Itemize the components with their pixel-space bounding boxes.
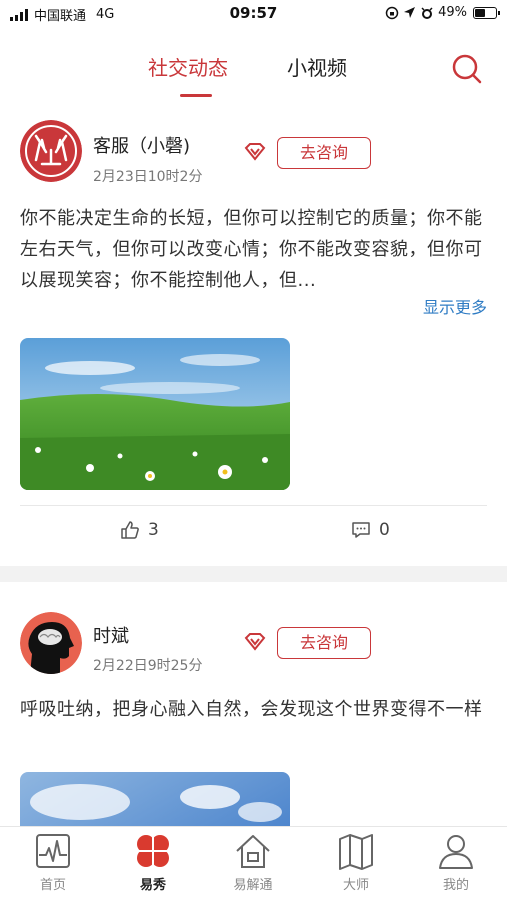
nav-label: 大师 — [342, 878, 369, 893]
location-icon — [404, 7, 416, 18]
comment-button[interactable]: 0 — [351, 520, 390, 540]
avatar[interactable] — [20, 120, 82, 182]
search-icon[interactable] — [450, 52, 484, 86]
consult-button[interactable]: 去咨询 — [277, 137, 371, 169]
clover-icon — [137, 835, 169, 867]
nav-label: 首页 — [39, 878, 66, 893]
status-bar: 中国联通 4G 09:57 49% — [0, 0, 507, 28]
nav-label: 易解通 — [233, 878, 273, 893]
nav-master[interactable]: 大师 — [316, 831, 396, 893]
comment-count: 0 — [379, 520, 390, 540]
thumbs-up-icon — [121, 521, 139, 539]
like-button[interactable]: 3 — [120, 520, 159, 540]
active-tab-indicator — [180, 94, 212, 97]
map-icon — [339, 834, 373, 870]
post-text: 你不能决定生命的长短，但你可以控制它的质量；你不能左右天气，但你可以改变心情；你… — [20, 208, 483, 291]
meadow-photo — [20, 338, 290, 490]
comment-icon — [352, 522, 370, 538]
post-date: 2月22日9时25分 — [93, 658, 203, 674]
consult-button[interactable]: 去咨询 — [277, 627, 371, 659]
alarm-icon — [421, 6, 433, 19]
post-text: 呼吸吐纳，把身心融入自然，会发现这个世界变得不一样 — [20, 699, 483, 720]
show-more-link[interactable]: 显示更多 — [423, 294, 487, 318]
post-separator — [0, 566, 507, 582]
post-image[interactable] — [20, 338, 290, 490]
bottom-nav: 首页 易秀 易解通 大师 我的 — [0, 826, 507, 900]
person-icon — [439, 835, 473, 869]
head-silhouette-avatar-icon — [20, 612, 82, 674]
deer-antler-logo-icon — [20, 120, 82, 182]
like-count: 3 — [148, 520, 159, 540]
tab-short-video[interactable]: 小视频 — [287, 52, 347, 81]
heartbeat-icon — [36, 834, 70, 868]
status-right: 49% — [385, 5, 500, 20]
username[interactable]: 时斌 — [93, 622, 129, 648]
divider — [20, 505, 487, 506]
tab-social[interactable]: 社交动态 — [148, 52, 228, 81]
nav-yixiu[interactable]: 易秀 — [113, 831, 193, 893]
nav-label: 易秀 — [139, 878, 166, 893]
house-icon — [236, 835, 270, 868]
nav-home[interactable]: 首页 — [13, 831, 93, 893]
lock-rotation-icon — [385, 6, 399, 19]
username[interactable]: 客服（小磬) — [93, 132, 190, 158]
top-nav: 社交动态 小视频 — [0, 30, 507, 100]
vip-diamond-icon — [244, 633, 266, 651]
nav-label: 我的 — [442, 878, 469, 893]
post-date: 2月23日10时2分 — [93, 169, 203, 185]
battery-icon — [473, 6, 500, 19]
nav-yijietong[interactable]: 易解通 — [213, 831, 293, 893]
battery-percent: 49% — [438, 5, 467, 20]
nav-mine[interactable]: 我的 — [416, 831, 496, 893]
avatar[interactable] — [20, 612, 82, 674]
vip-diamond-icon — [244, 143, 266, 161]
